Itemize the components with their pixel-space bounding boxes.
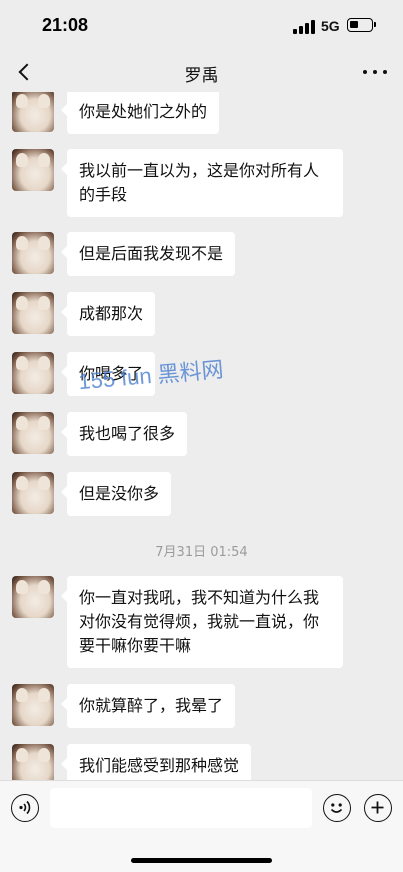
message-bubble[interactable]: 你是处她们之外的 [60,92,220,134]
emoji-icon [330,803,343,813]
status-bar: 21:08 5G [0,0,403,52]
chat-title: 罗禹 [184,66,219,86]
more-options-button[interactable] [363,60,387,84]
avatar[interactable] [12,92,54,132]
message-bubble[interactable]: 我们能感受到那种感觉 [60,744,252,780]
dot-icon [383,70,387,74]
avatar[interactable] [12,412,54,454]
avatar[interactable] [12,232,54,274]
avatar[interactable] [12,292,54,334]
message-bubble[interactable]: 你就算醉了，我晕了 [60,684,236,728]
message-input[interactable] [50,788,312,828]
voice-icon [19,800,31,815]
avatar[interactable] [12,744,54,780]
battery-icon [347,18,376,32]
avatar[interactable] [12,352,54,394]
home-indicator [131,858,272,863]
avatar[interactable] [12,576,54,618]
chat-messages-area[interactable]: 你是处她们之外的 我以前一直以为，这是你对所有人的手段 但是后面我发现不是 成都… [0,92,403,780]
signal-icon [293,18,315,34]
message-bubble[interactable]: 但是后面我发现不是 [60,232,236,276]
message-bubble[interactable]: 但是没你多 [60,472,172,516]
plus-icon [371,801,384,814]
avatar[interactable] [12,684,54,726]
more-functions-button[interactable] [364,794,392,822]
avatar[interactable] [12,472,54,514]
avatar[interactable] [12,149,54,191]
message-timestamp: 7月31日 01:54 [155,545,248,560]
dot-icon [373,70,377,74]
status-time: 21:08 [42,15,89,35]
message-bubble[interactable]: 我以前一直以为，这是你对所有人的手段 [61,149,343,217]
message-bubble[interactable]: 我也喝了很多 [60,412,188,456]
network-label: 5G [321,18,340,34]
message-bubble[interactable]: 成都那次 [60,292,156,336]
chat-header: 罗禹 [0,52,403,92]
message-bubble[interactable]: 你一直对我吼，我不知道为什么我对你没有觉得烦，我就一直说，你要干嘛你要干嘛 [61,576,343,668]
voice-input-button[interactable] [11,794,39,822]
emoji-button[interactable] [323,794,351,822]
dot-icon [363,70,367,74]
